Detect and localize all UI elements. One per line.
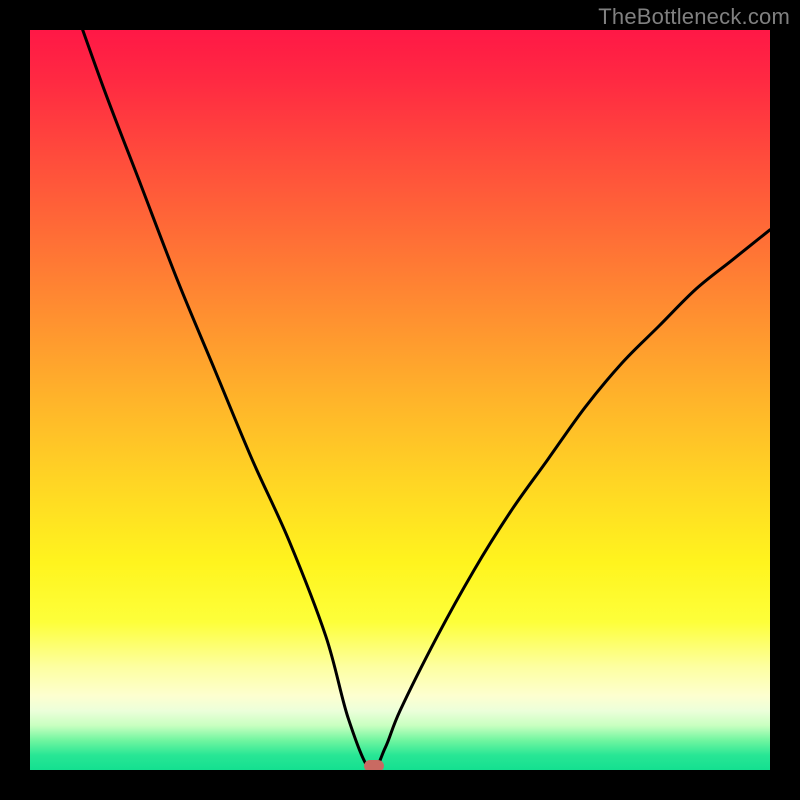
bottleneck-curve <box>30 30 770 770</box>
chart-frame: TheBottleneck.com <box>0 0 800 800</box>
watermark-text: TheBottleneck.com <box>598 4 790 30</box>
optimal-point-marker <box>364 760 384 770</box>
plot-area <box>30 30 770 770</box>
bottleneck-curve-path <box>30 30 770 770</box>
